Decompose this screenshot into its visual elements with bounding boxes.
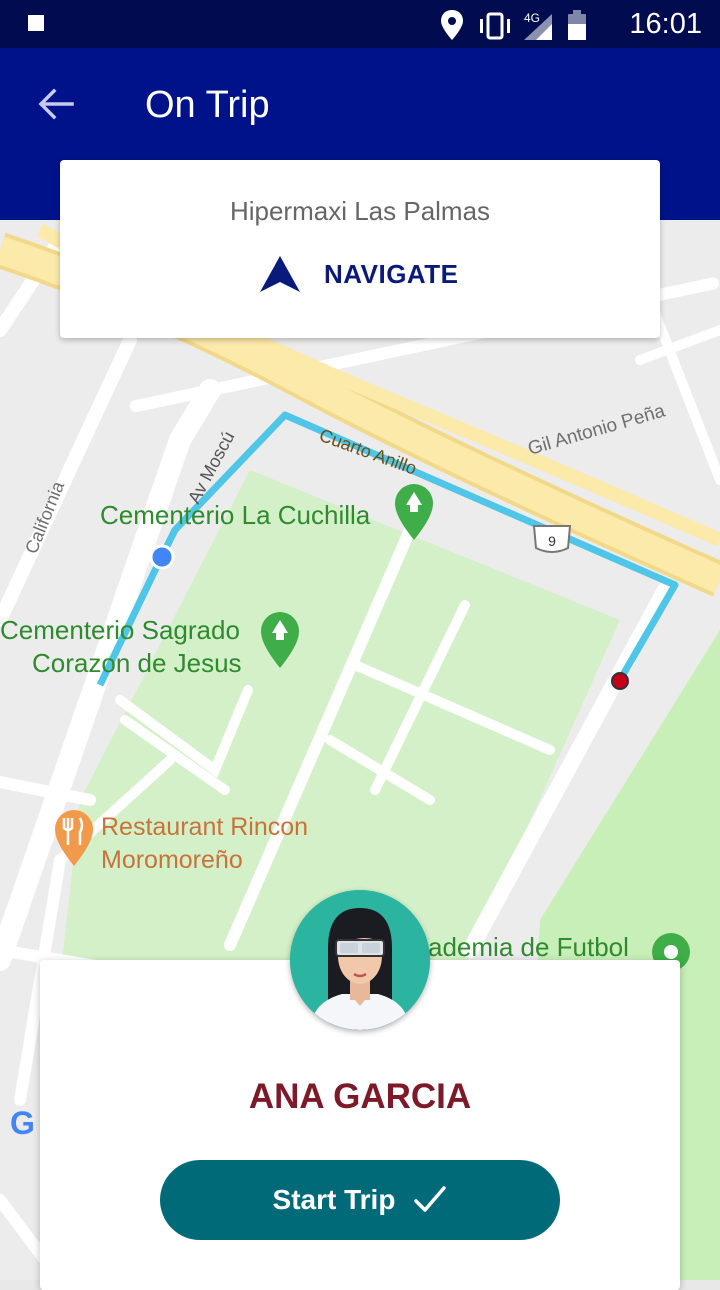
driver-name: ANA GARCIA bbox=[248, 1077, 472, 1116]
vibrate-icon bbox=[480, 12, 510, 40]
poi-label[interactable]: ademia de Futbol bbox=[428, 932, 629, 962]
notification-icon bbox=[28, 15, 44, 31]
navigate-button[interactable]: NAVIGATE bbox=[258, 252, 458, 296]
status-icons: 4G bbox=[441, 10, 586, 40]
poi-label[interactable]: Corazon de Jesus bbox=[32, 648, 242, 678]
status-bar: 4G 16:01 bbox=[0, 0, 720, 48]
google-logo: G bbox=[10, 1105, 35, 1141]
poi-label[interactable]: Cementerio La Cuchilla bbox=[100, 500, 371, 530]
location-icon bbox=[441, 10, 463, 40]
destination-name: Hipermaxi Las Palmas bbox=[229, 196, 491, 226]
arrow-left-icon[interactable] bbox=[36, 84, 76, 124]
battery-icon bbox=[568, 10, 586, 40]
driver-avatar-illustration bbox=[290, 890, 430, 1030]
poi-label[interactable]: Moromoreño bbox=[101, 846, 243, 874]
clock: 16:01 bbox=[629, 8, 702, 40]
avatar bbox=[290, 890, 430, 1030]
start-trip-label: Start Trip bbox=[272, 1184, 396, 1215]
poi-label[interactable]: Cementerio Sagrado bbox=[0, 615, 240, 645]
current-location-marker bbox=[149, 544, 175, 570]
route-shield: 9 bbox=[532, 525, 572, 553]
destination-card: Hipermaxi Las Palmas NAVIGATE bbox=[60, 160, 660, 338]
navigate-label: NAVIGATE bbox=[324, 258, 459, 289]
route-shield-label: 9 bbox=[548, 533, 556, 549]
network-type: 4G bbox=[524, 11, 540, 25]
poi-label[interactable]: Restaurant Rincon bbox=[101, 813, 308, 841]
navigation-arrow-icon bbox=[260, 256, 300, 292]
page-title: On Trip bbox=[145, 84, 270, 126]
check-icon bbox=[414, 1186, 447, 1212]
start-trip-button[interactable]: Start Trip bbox=[160, 1160, 560, 1240]
destination-marker bbox=[611, 672, 629, 690]
